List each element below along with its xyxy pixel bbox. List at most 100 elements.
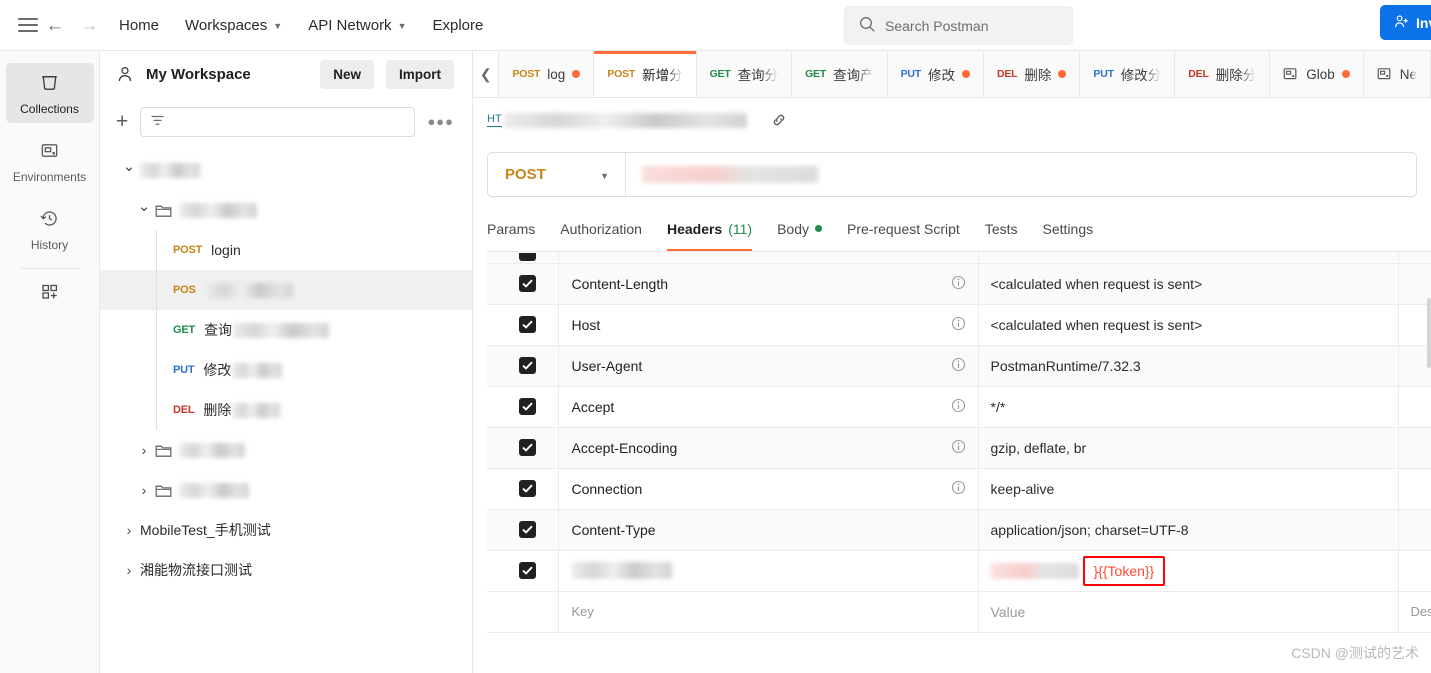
- row-checkbox-cell[interactable]: [487, 252, 559, 264]
- row-key-cell[interactable]: Content-Type: [558, 509, 979, 551]
- new-row-checkbox-cell[interactable]: [487, 591, 559, 633]
- info-icon[interactable]: [951, 480, 966, 498]
- request-tab-2[interactable]: GET 查询分: [696, 51, 793, 97]
- row-value-cell[interactable]: application/json; charset=UTF-8: [978, 509, 1399, 551]
- row-description-cell[interactable]: [1398, 509, 1431, 551]
- link-icon[interactable]: [771, 112, 787, 128]
- token-variable-highlight[interactable]: }{{Token}}: [1082, 555, 1166, 586]
- row-checkbox[interactable]: [519, 439, 536, 456]
- chevron-right-icon[interactable]: ›: [133, 482, 155, 498]
- row-checkbox[interactable]: [519, 521, 536, 538]
- tree-item-req-login[interactable]: POST login: [100, 230, 472, 270]
- import-button[interactable]: Import: [386, 59, 454, 89]
- row-description-cell[interactable]: [1398, 263, 1431, 305]
- tree-item-coll-xiangneng[interactable]: › 湘能物流接口测试: [100, 550, 472, 590]
- row-value-cell[interactable]: PostmanRuntime/7.32.3: [978, 345, 1399, 387]
- row-description-cell[interactable]: [1398, 550, 1431, 592]
- sidebar-item-history[interactable]: History: [6, 199, 94, 259]
- plus-icon[interactable]: +: [116, 111, 128, 132]
- row-checkbox-cell[interactable]: [487, 345, 559, 387]
- info-icon[interactable]: [951, 275, 966, 293]
- row-key-cell[interactable]: Accept-Encoding: [558, 427, 979, 469]
- tab-authorization[interactable]: Authorization: [560, 206, 642, 251]
- nav-link-explore[interactable]: Explore: [419, 17, 496, 34]
- info-icon[interactable]: [951, 439, 966, 457]
- row-checkbox[interactable]: [519, 357, 536, 374]
- tab-tests[interactable]: Tests: [985, 206, 1018, 251]
- tab-body[interactable]: Body: [777, 206, 822, 251]
- tree-item-req-get-1[interactable]: GET 查询: [100, 310, 472, 350]
- chevron-down-icon[interactable]: ⌄: [118, 157, 140, 175]
- nav-link-home[interactable]: Home: [106, 17, 172, 34]
- arrow-left-icon[interactable]: ←: [38, 16, 72, 35]
- request-tab-1[interactable]: POST 新增分: [594, 51, 697, 97]
- new-button[interactable]: New: [320, 59, 374, 89]
- invite-button[interactable]: Invite: [1380, 5, 1431, 40]
- row-checkbox-cell[interactable]: [487, 386, 559, 428]
- row-checkbox[interactable]: [519, 480, 536, 497]
- row-checkbox-cell[interactable]: [487, 468, 559, 510]
- row-description-cell[interactable]: [1398, 427, 1431, 469]
- tree-item-coll-mobile[interactable]: › MobileTest_手机测试: [100, 510, 472, 550]
- row-key-cell[interactable]: Content-Length: [558, 263, 979, 305]
- sidebar-item-environments[interactable]: Environments: [6, 131, 94, 191]
- info-icon[interactable]: [951, 357, 966, 375]
- arrow-right-icon[interactable]: →: [72, 16, 106, 35]
- request-tab-5[interactable]: DEL 删除: [983, 51, 1081, 97]
- row-checkbox[interactable]: [519, 398, 536, 415]
- tab-params[interactable]: Params: [487, 206, 535, 251]
- row-checkbox-cell[interactable]: [487, 550, 559, 592]
- row-value-cell[interactable]: keep-alive: [978, 468, 1399, 510]
- chevron-left-icon[interactable]: ❮: [473, 51, 500, 97]
- search-input[interactable]: Search Postman: [844, 6, 1073, 45]
- tree-item-root[interactable]: ⌄: [100, 150, 472, 190]
- tree-item-req-post-2[interactable]: POS: [100, 270, 472, 310]
- row-description-cell[interactable]: [1398, 386, 1431, 428]
- row-description-cell[interactable]: [1398, 468, 1431, 510]
- tab-pre-request-script[interactable]: Pre-request Script: [847, 206, 960, 251]
- row-key-cell[interactable]: User-Agent: [558, 345, 979, 387]
- tree-item-folder-2[interactable]: ›: [100, 430, 472, 470]
- row-key-cell[interactable]: [558, 550, 979, 592]
- filter-input[interactable]: [140, 106, 416, 137]
- sidebar-item-collections[interactable]: Collections: [5, 63, 94, 123]
- request-tab-9[interactable]: Ne: [1363, 51, 1431, 97]
- row-checkbox-cell[interactable]: [487, 304, 559, 346]
- request-tab-7[interactable]: DEL 删除分: [1175, 51, 1271, 97]
- request-tab-8[interactable]: Glob: [1270, 51, 1364, 97]
- row-value-cell[interactable]: */*: [978, 386, 1399, 428]
- table-scrollbar[interactable]: [1427, 298, 1431, 368]
- new-row-key-cell[interactable]: Key: [558, 591, 979, 633]
- hamburger-icon[interactable]: [18, 18, 38, 32]
- row-checkbox-cell[interactable]: [487, 263, 559, 305]
- row-checkbox[interactable]: [519, 275, 536, 292]
- tree-item-folder-3[interactable]: ›: [100, 470, 472, 510]
- row-value-cell[interactable]: gzip, deflate, br: [978, 427, 1399, 469]
- chevron-right-icon[interactable]: ›: [133, 442, 155, 458]
- row-value-cell[interactable]: [978, 252, 1399, 264]
- tree-item-req-del-1[interactable]: DEL 删除: [100, 390, 472, 430]
- tree-item-folder-1[interactable]: ⌄: [100, 190, 472, 230]
- apps-grid-plus-icon[interactable]: [6, 281, 94, 303]
- chevron-right-icon[interactable]: ›: [118, 522, 140, 538]
- request-tab-0[interactable]: POST log: [499, 51, 595, 97]
- tree-item-req-put-1[interactable]: PUT 修改: [100, 350, 472, 390]
- row-key-cell[interactable]: Accept: [558, 386, 979, 428]
- new-row-description-cell[interactable]: Des: [1398, 591, 1431, 633]
- row-key-cell[interactable]: [558, 252, 979, 264]
- row-checkbox-cell[interactable]: [487, 509, 559, 551]
- ellipsis-icon[interactable]: ●●●: [427, 114, 454, 129]
- new-row-value-cell[interactable]: Value: [978, 591, 1399, 633]
- request-tab-4[interactable]: PUT 修改: [887, 51, 984, 97]
- info-icon[interactable]: [951, 398, 966, 416]
- tab-settings[interactable]: Settings: [1043, 206, 1094, 251]
- row-value-cell[interactable]: }{{Token}}: [978, 550, 1399, 592]
- row-checkbox[interactable]: [519, 562, 536, 579]
- row-value-cell[interactable]: <calculated when request is sent>: [978, 263, 1399, 305]
- request-tab-6[interactable]: PUT 修改分: [1080, 51, 1176, 97]
- http-method-select[interactable]: POST ▼: [488, 153, 626, 196]
- nav-link-api-network[interactable]: API Network ▼: [295, 17, 419, 34]
- row-key-cell[interactable]: Host: [558, 304, 979, 346]
- row-key-cell[interactable]: Connection: [558, 468, 979, 510]
- row-value-cell[interactable]: <calculated when request is sent>: [978, 304, 1399, 346]
